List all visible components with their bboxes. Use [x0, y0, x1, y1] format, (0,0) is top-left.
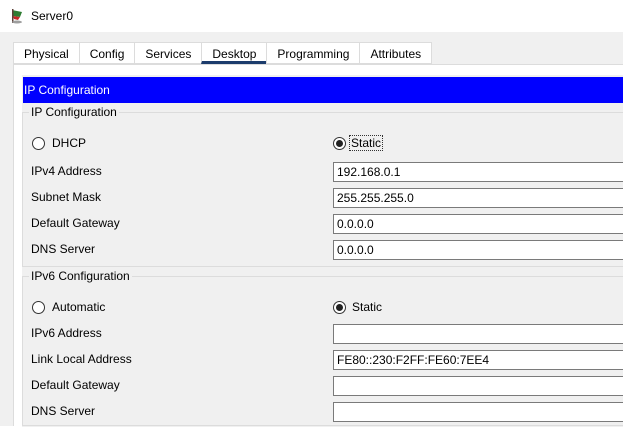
- tab-strip: Physical Config Services Desktop Program…: [13, 42, 433, 64]
- tab-desktop[interactable]: Desktop: [201, 42, 267, 64]
- tab-services[interactable]: Services: [134, 42, 202, 64]
- ip-configuration-header: IP Configuration: [23, 77, 623, 103]
- ipv4-group-legend: IP Configuration: [29, 105, 119, 119]
- ipv6-default-gateway-field[interactable]: [333, 376, 623, 396]
- ipv6-default-gateway-label: Default Gateway: [31, 378, 120, 392]
- dns-server-field[interactable]: 0.0.0.0: [333, 240, 623, 260]
- window-title: Server0: [31, 9, 74, 23]
- dns-server-label: DNS Server: [31, 242, 96, 256]
- link-local-address-label: Link Local Address: [31, 352, 132, 366]
- tab-config[interactable]: Config: [78, 42, 135, 64]
- dhcp-label: DHCP: [52, 136, 87, 150]
- ipv6-group-legend: IPv6 Configuration: [29, 269, 132, 283]
- default-gateway-field[interactable]: 0.0.0.0: [333, 214, 623, 234]
- ipv6-static-radio[interactable]: [333, 301, 346, 314]
- ipv4-group: IP Configuration DHCP Static IPv4 Addres…: [22, 105, 623, 267]
- ipv6-group: IPv6 Configuration Automatic Static IPv6…: [22, 269, 623, 426]
- ipv6-automatic-radio[interactable]: [32, 301, 45, 314]
- title-bar: Server0: [0, 0, 623, 32]
- default-gateway-label: Default Gateway: [31, 216, 120, 230]
- ip-configuration-panel: IP Configuration IP Configuration DHCP S…: [22, 75, 623, 427]
- static-label: Static: [349, 135, 384, 151]
- ipv6-static-label: Static: [352, 300, 383, 314]
- packet-tracer-server-icon: [12, 9, 22, 24]
- ipv4-address-label: IPv4 Address: [31, 164, 102, 178]
- window-body: Physical Config Services Desktop Program…: [0, 32, 623, 427]
- ipv6-dns-server-label: DNS Server: [31, 404, 96, 418]
- ipv6-automatic-label: Automatic: [52, 300, 106, 314]
- subnet-mask-field[interactable]: 255.255.255.0: [333, 188, 623, 208]
- tab-programming[interactable]: Programming: [266, 42, 360, 64]
- subnet-mask-label: Subnet Mask: [31, 190, 102, 204]
- link-local-address-field[interactable]: FE80::230:F2FF:FE60:7EE4: [333, 350, 623, 370]
- ipv6-address-label: IPv6 Address: [31, 326, 102, 340]
- tab-content: IP Configuration IP Configuration DHCP S…: [13, 64, 623, 427]
- static-radio[interactable]: [333, 137, 346, 150]
- dhcp-radio[interactable]: [32, 137, 45, 150]
- ipv6-address-field[interactable]: [333, 324, 623, 344]
- tab-physical[interactable]: Physical: [13, 42, 79, 64]
- ipv4-address-field[interactable]: 192.168.0.1: [333, 162, 623, 182]
- ipv6-dns-server-field[interactable]: [333, 402, 623, 422]
- tab-attributes[interactable]: Attributes: [359, 42, 433, 64]
